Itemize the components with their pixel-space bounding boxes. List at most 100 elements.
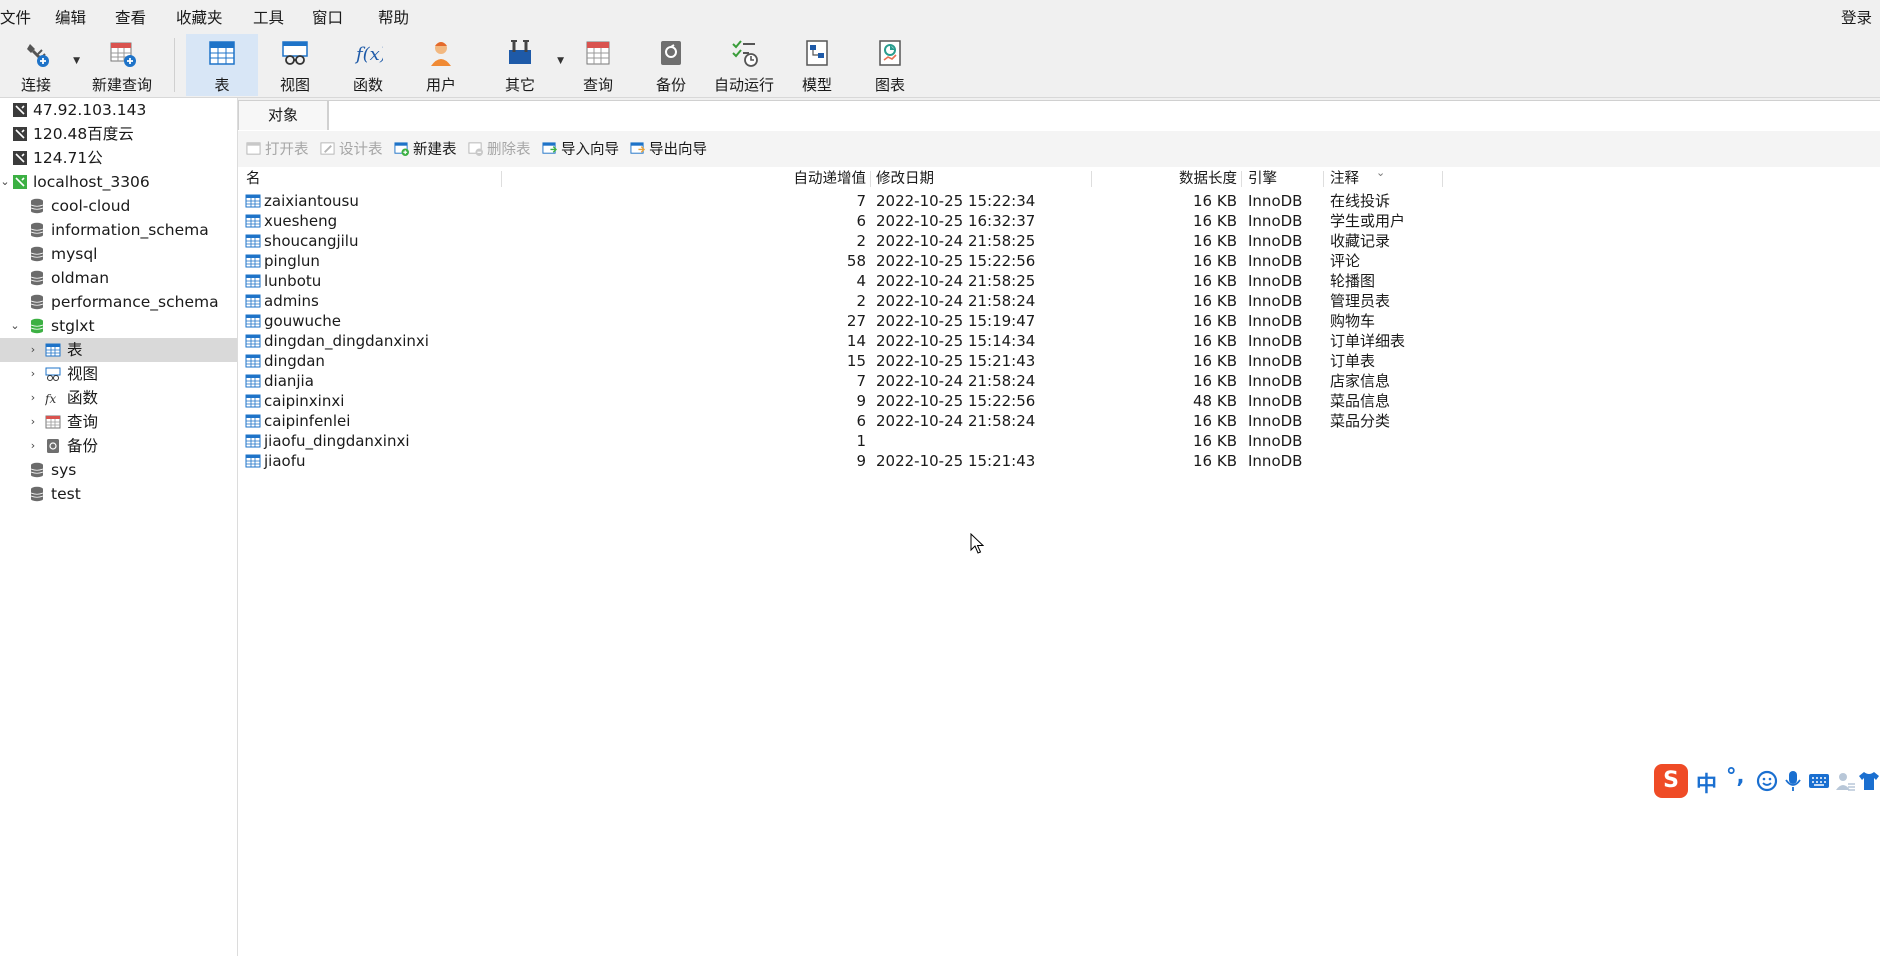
login-link[interactable]: 登录 bbox=[1841, 6, 1872, 28]
col-header-data-length[interactable]: 数据长度 bbox=[1092, 167, 1237, 191]
table-row[interactable]: lunbotu 4 2022-10-24 21:58:25 16 KB InnoDB 轮播… bbox=[238, 271, 1880, 291]
ime-punctuation-toggle[interactable]: °, bbox=[1726, 764, 1744, 788]
user-settings-icon[interactable] bbox=[1834, 770, 1856, 792]
chevron-down-icon[interactable]: ⌄ bbox=[0, 170, 12, 194]
column-divider[interactable] bbox=[1442, 171, 1443, 187]
col-header-comment[interactable]: 注释 bbox=[1330, 167, 1359, 191]
table-row[interactable]: dingdan 15 2022-10-25 15:21:43 16 KB InnoDB 订… bbox=[238, 351, 1880, 371]
open-table-button[interactable]: 打开表 bbox=[246, 140, 309, 160]
tree-db-information-schema[interactable]: information_schema bbox=[0, 218, 237, 242]
menu-tools[interactable]: 工具 bbox=[253, 6, 284, 28]
other-tool-button[interactable]: 其它 ▼ bbox=[484, 34, 564, 96]
modified-date: 2022-10-25 15:21:43 bbox=[876, 452, 1036, 470]
svg-text:fx: fx bbox=[45, 392, 56, 406]
connection-label: 120.48百度云 bbox=[33, 125, 134, 143]
table-row[interactable]: jiaofu_dingdanxinxi 1 16 KB InnoDB bbox=[238, 431, 1880, 451]
tree-db-mysql[interactable]: mysql bbox=[0, 242, 237, 266]
tree-db-cool-cloud[interactable]: cool-cloud bbox=[0, 194, 237, 218]
backup-tool-label: 备份 bbox=[655, 76, 686, 94]
chevron-right-icon[interactable]: › bbox=[26, 386, 40, 410]
keyboard-icon[interactable] bbox=[1808, 770, 1830, 792]
ime-logo[interactable]: S bbox=[1654, 764, 1688, 798]
user-tool-button[interactable]: 用户 bbox=[405, 34, 477, 96]
tree-connection-localhost[interactable]: ⌄ localhost_3306 bbox=[0, 170, 237, 194]
tree-connection-47[interactable]: 47.92.103.143 bbox=[0, 98, 237, 122]
table-row[interactable]: jiaofu 9 2022-10-25 15:21:43 16 KB InnoDB bbox=[238, 451, 1880, 471]
view-icon bbox=[45, 367, 61, 381]
column-divider[interactable] bbox=[1241, 171, 1242, 187]
function-tool-button[interactable]: f(x) 函数 bbox=[332, 34, 404, 96]
tools-icon bbox=[509, 40, 531, 64]
column-divider[interactable] bbox=[1323, 171, 1324, 187]
table-row[interactable]: dingdan_dingdanxinxi 14 2022-10-25 15:14:3… bbox=[238, 331, 1880, 351]
new-query-button[interactable]: 新建查询 bbox=[76, 34, 168, 96]
tree-db-stglxt[interactable]: ⌄ stglxt bbox=[0, 314, 237, 338]
open-database-icon bbox=[30, 318, 44, 334]
menu-edit[interactable]: 编辑 bbox=[55, 6, 86, 28]
table-row[interactable]: caipinxinxi 9 2022-10-25 15:22:56 48 KB Inno… bbox=[238, 391, 1880, 411]
grid-header: 名 自动递增值 修改日期 数据长度 引擎 注释 ⌄ bbox=[238, 166, 1880, 191]
view-tool-button[interactable]: 视图 bbox=[259, 34, 331, 96]
tree-db-sys[interactable]: sys bbox=[0, 458, 237, 482]
table-row[interactable]: xuesheng 6 2022-10-25 16:32:37 16 KB InnoDB 学… bbox=[238, 211, 1880, 231]
chevron-down-icon[interactable]: ⌄ bbox=[8, 314, 22, 338]
backup-tool-button[interactable]: 备份 bbox=[635, 34, 707, 96]
tree-db-oldman[interactable]: oldman bbox=[0, 266, 237, 290]
menu-help[interactable]: 帮助 bbox=[378, 6, 409, 28]
microphone-icon[interactable] bbox=[1782, 770, 1804, 792]
import-wizard-label: 导入向导 bbox=[561, 142, 619, 158]
menu-view[interactable]: 查看 bbox=[115, 6, 146, 28]
import-wizard-button[interactable]: 导入向导 bbox=[542, 140, 619, 160]
menu-window[interactable]: 窗口 bbox=[312, 6, 343, 28]
tree-node-tables[interactable]: › 表 bbox=[0, 338, 237, 362]
design-table-button[interactable]: 设计表 bbox=[320, 140, 383, 160]
chevron-right-icon[interactable]: › bbox=[26, 338, 40, 362]
server-connection-icon bbox=[13, 151, 27, 165]
table-tool-button[interactable]: 表 bbox=[186, 34, 258, 96]
menu-favorites[interactable]: 收藏夹 bbox=[176, 6, 223, 28]
table-tool-label: 表 bbox=[214, 76, 230, 94]
col-header-engine[interactable]: 引擎 bbox=[1248, 167, 1277, 191]
chevron-right-icon[interactable]: › bbox=[26, 434, 40, 458]
tree-connection-120[interactable]: 120.48百度云 bbox=[0, 122, 237, 146]
open-table-icon bbox=[246, 142, 261, 155]
table-row[interactable]: shoucangjilu 2 2022-10-24 21:58:25 16 KB Inn… bbox=[238, 231, 1880, 251]
col-header-auto-increment[interactable]: 自动递增值 bbox=[502, 167, 867, 191]
tree-node-backups[interactable]: › 备份 bbox=[0, 434, 237, 458]
model-tool-button[interactable]: 模型 bbox=[781, 34, 853, 96]
export-wizard-button[interactable]: 导出向导 bbox=[630, 140, 707, 160]
tree-db-performance-schema[interactable]: performance_schema bbox=[0, 290, 237, 314]
tree-connection-124[interactable]: 124.71公 bbox=[0, 146, 237, 170]
skin-shirt-icon[interactable] bbox=[1858, 770, 1880, 792]
col-header-name[interactable]: 名 bbox=[246, 167, 261, 191]
chevron-right-icon[interactable]: › bbox=[26, 362, 40, 386]
tree-db-test[interactable]: test bbox=[0, 482, 237, 506]
tree-node-queries[interactable]: › 查询 bbox=[0, 410, 237, 434]
col-header-modified-date[interactable]: 修改日期 bbox=[876, 167, 934, 191]
table-row[interactable]: dianjia 7 2022-10-24 21:58:24 16 KB InnoDB 店家… bbox=[238, 371, 1880, 391]
table-row[interactable]: caipinfenlei 6 2022-10-24 21:58:24 16 KB Inn… bbox=[238, 411, 1880, 431]
connection-label: localhost_3306 bbox=[33, 173, 150, 191]
table-row[interactable]: pinglun 58 2022-10-25 15:22:56 16 KB InnoDB 评… bbox=[238, 251, 1880, 271]
table-icon bbox=[245, 334, 261, 348]
new-table-button[interactable]: 新建表 bbox=[394, 140, 457, 160]
chart-tool-button[interactable]: 图表 bbox=[854, 34, 926, 96]
table-row[interactable]: admins 2 2022-10-24 21:58:24 16 KB InnoDB 管理员… bbox=[238, 291, 1880, 311]
menu-file[interactable]: 文件 bbox=[0, 6, 31, 28]
column-divider[interactable] bbox=[870, 171, 871, 187]
chevron-right-icon[interactable]: › bbox=[26, 410, 40, 434]
auto-run-tool-button[interactable]: 自动运行 bbox=[706, 34, 782, 96]
ime-language-toggle[interactable]: 中 bbox=[1696, 768, 1717, 798]
delete-table-button[interactable]: 删除表 bbox=[468, 140, 531, 160]
tree-node-views[interactable]: › 视图 bbox=[0, 362, 237, 386]
tab-object[interactable]: 对象 bbox=[238, 100, 328, 130]
table-row[interactable]: zaixiantousu 7 2022-10-25 15:22:34 16 KB Inn… bbox=[238, 191, 1880, 211]
open-table-label: 打开表 bbox=[265, 142, 309, 158]
emoji-icon[interactable] bbox=[1756, 770, 1778, 792]
tree-node-functions[interactable]: › fx 函数 bbox=[0, 386, 237, 410]
table-row[interactable]: gouwuche 27 2022-10-25 15:19:47 16 KB InnoDB… bbox=[238, 311, 1880, 331]
auto-increment-value: 9 bbox=[856, 452, 866, 470]
query-tool-button[interactable]: 查询 bbox=[562, 34, 634, 96]
connect-button[interactable]: 连接 ▼ bbox=[0, 34, 80, 96]
table-icon bbox=[245, 374, 261, 388]
